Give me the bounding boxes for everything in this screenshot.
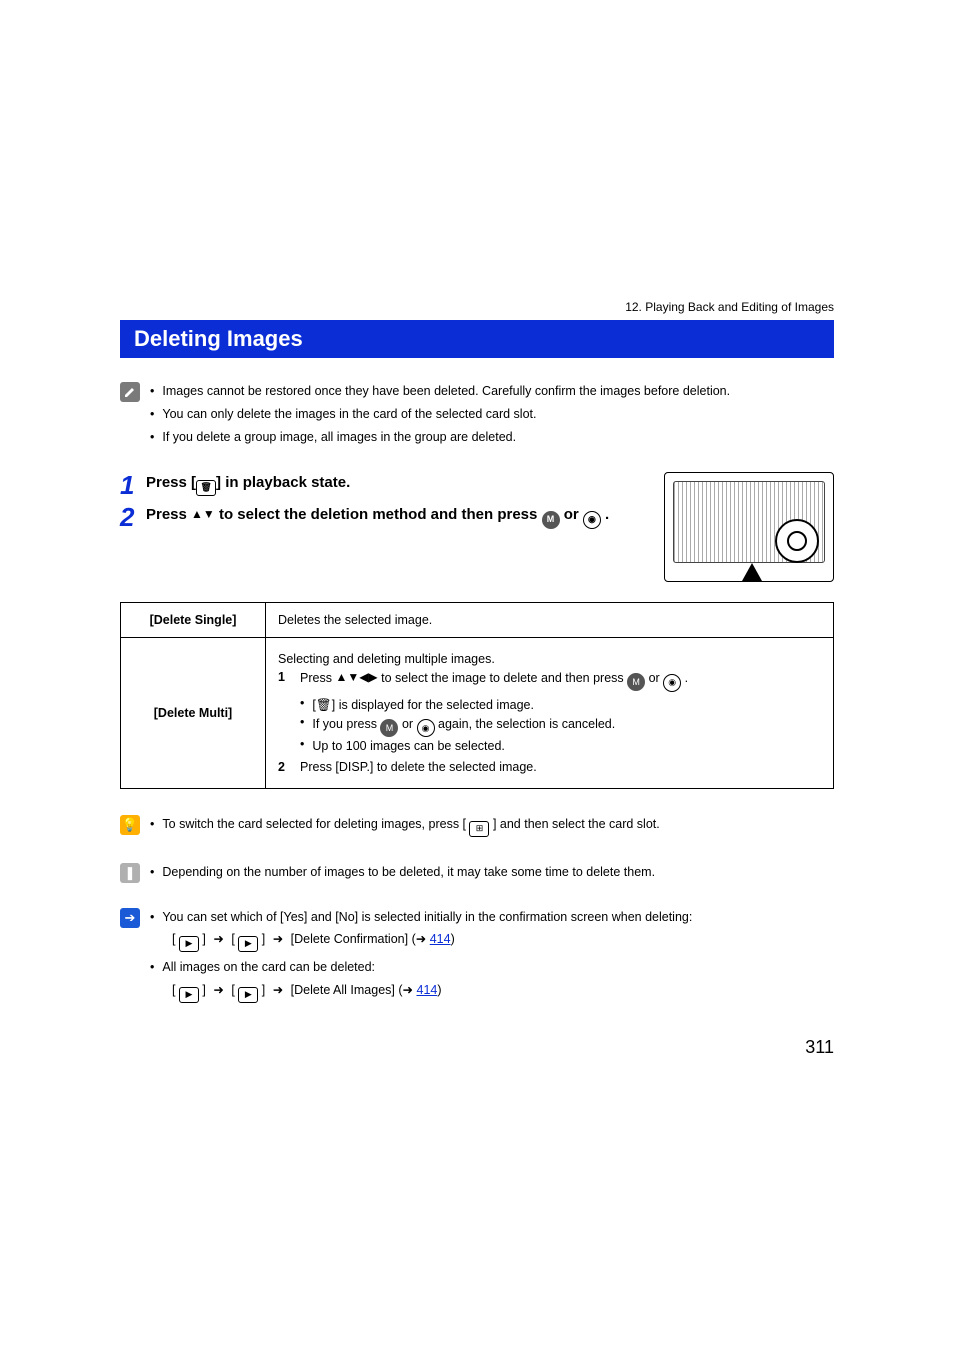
playback-icon: ▶ bbox=[179, 987, 199, 1003]
option-label: [Delete Single] bbox=[121, 603, 266, 638]
caution-icon: ❚ bbox=[120, 863, 140, 883]
link-arrow-icon: ➔ bbox=[120, 908, 140, 928]
multi-bullet: Up to 100 images can be selected. bbox=[300, 737, 821, 756]
page-number: 311 bbox=[805, 1037, 834, 1058]
dial-icon: ◉ bbox=[663, 674, 681, 692]
menu-path: [ ▶ ] ➜ [ ▶ ] ➜ [Delete Confirmation] (➜… bbox=[172, 930, 834, 952]
related-block: ➔ You can set which of [Yes] and [No] is… bbox=[120, 908, 834, 1009]
arrow-icon: ➜ bbox=[416, 932, 426, 946]
arrow-icon: ➜ bbox=[213, 932, 223, 946]
multi-substep-1: 1 Press ▲▼◀▶ to select the image to dele… bbox=[278, 670, 821, 692]
step-text: Press [🗑] in playback state. bbox=[146, 472, 350, 498]
menu-path: [ ▶ ] ➜ [ ▶ ] ➜ [Delete All Images] (➜ 4… bbox=[172, 981, 834, 1003]
step-2: 2 Press ▲▼ to select the deletion method… bbox=[120, 504, 640, 530]
playback-setup-icon: ▶ bbox=[238, 987, 258, 1003]
step-text: Press ▲▼ to select the deletion method a… bbox=[146, 504, 609, 530]
option-label: [Delete Multi] bbox=[121, 638, 266, 789]
dpad-icon: ▲▼◀▶ bbox=[335, 670, 377, 684]
arrow-icon: ➜ bbox=[273, 932, 283, 946]
tip-block: 💡 To switch the card selected for deleti… bbox=[120, 815, 834, 841]
intro-note-list: Images cannot be restored once they have… bbox=[150, 382, 834, 450]
intro-note-item: If you delete a group image, all images … bbox=[150, 428, 834, 447]
arrow-icon: ➜ bbox=[273, 983, 283, 997]
playback-icon: ▶ bbox=[179, 936, 199, 952]
option-desc: Deletes the selected image. bbox=[266, 603, 834, 638]
caution-block: ❚ Depending on the number of images to b… bbox=[120, 863, 834, 886]
multi-bullet: [🗑] is displayed for the selected image. bbox=[300, 696, 821, 715]
step-number: 2 bbox=[120, 504, 146, 530]
up-down-icon: ▲▼ bbox=[191, 507, 215, 521]
edit-icon bbox=[120, 382, 140, 402]
table-row: [Delete Single] Deletes the selected ima… bbox=[121, 603, 834, 638]
page-title: Deleting Images bbox=[120, 320, 834, 358]
related-item: You can set which of [Yes] and [No] is s… bbox=[150, 908, 834, 927]
steps-list: 1 Press [🗑] in playback state. 2 Press ▲… bbox=[120, 472, 640, 536]
multi-bullet: If you press M or ◉ again, the selection… bbox=[300, 715, 821, 738]
trash-icon: 🗑 bbox=[316, 698, 332, 712]
menu-set-icon: M bbox=[542, 511, 560, 529]
tip-text: To switch the card selected for deleting… bbox=[150, 815, 834, 841]
intro-note-item: Images cannot be restored once they have… bbox=[150, 382, 834, 401]
arrow-icon: ➜ bbox=[403, 983, 413, 997]
page-link[interactable]: 414 bbox=[417, 983, 438, 997]
multi-substep-2: 2 Press [DISP.] to delete the selected i… bbox=[278, 760, 821, 774]
menu-set-icon: M bbox=[380, 719, 398, 737]
trash-icon: 🗑 bbox=[196, 480, 216, 496]
options-table: [Delete Single] Deletes the selected ima… bbox=[120, 602, 834, 789]
manual-page: 12. Playing Back and Editing of Images D… bbox=[0, 0, 954, 1348]
intro-note-item: You can only delete the images in the ca… bbox=[150, 405, 834, 424]
page-link[interactable]: 414 bbox=[430, 932, 451, 946]
substep-number: 1 bbox=[278, 670, 300, 692]
playback-setup-icon: ▶ bbox=[238, 936, 258, 952]
substep-number: 2 bbox=[278, 760, 300, 774]
camera-illustration bbox=[664, 472, 834, 582]
breadcrumb: 12. Playing Back and Editing of Images bbox=[120, 300, 834, 314]
option-desc: Selecting and deleting multiple images. … bbox=[266, 638, 834, 789]
lightbulb-icon: 💡 bbox=[120, 815, 140, 835]
related-item: All images on the card can be deleted: bbox=[150, 958, 834, 977]
dial-icon: ◉ bbox=[583, 511, 601, 529]
multi-intro: Selecting and deleting multiple images. bbox=[278, 652, 821, 666]
arrow-icon: ➜ bbox=[213, 983, 223, 997]
intro-note-block: Images cannot be restored once they have… bbox=[120, 382, 834, 450]
dial-icon: ◉ bbox=[417, 719, 435, 737]
caution-text: Depending on the number of images to be … bbox=[150, 863, 834, 886]
table-row: [Delete Multi] Selecting and deleting mu… bbox=[121, 638, 834, 789]
steps-row: 1 Press [🗑] in playback state. 2 Press ▲… bbox=[120, 472, 834, 582]
related-list: You can set which of [Yes] and [No] is s… bbox=[150, 908, 834, 1009]
card-slot-icon: ⊞ bbox=[469, 821, 489, 837]
step-1: 1 Press [🗑] in playback state. bbox=[120, 472, 640, 498]
step-number: 1 bbox=[120, 472, 146, 498]
menu-set-icon: M bbox=[627, 673, 645, 691]
